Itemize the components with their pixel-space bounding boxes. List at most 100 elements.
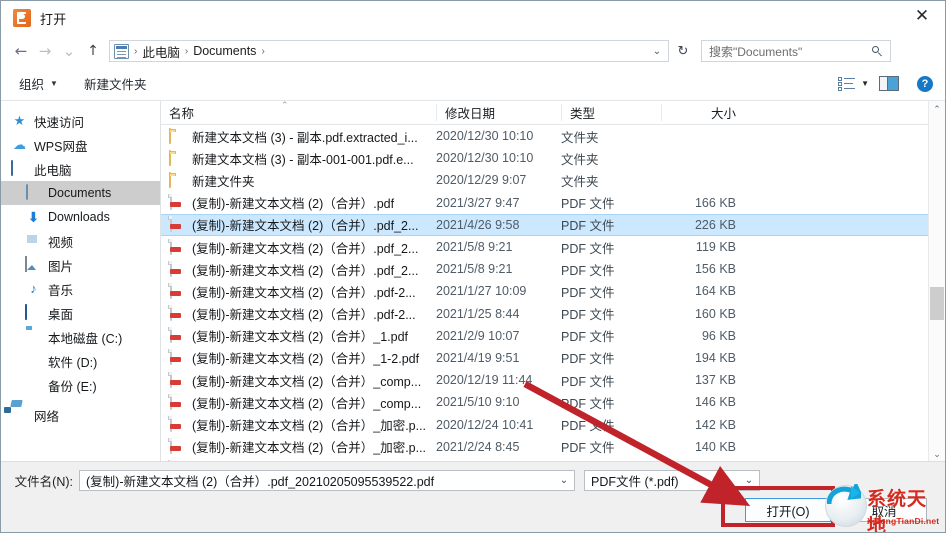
sidebar-item-this-pc[interactable]: 此电脑 xyxy=(1,157,160,181)
refresh-icon[interactable]: ↻ xyxy=(671,40,695,62)
table-row[interactable]: (复制)-新建文本文档 (2)（合并）.pdf 2021/3/27 9:47 P… xyxy=(161,192,945,214)
table-row[interactable]: 新建文件夹 2020/12/29 9:07 文件夹 xyxy=(161,169,945,191)
system-drive-icon xyxy=(25,329,42,345)
sidebar-item-documents[interactable]: Documents xyxy=(1,181,160,205)
table-row[interactable]: (复制)-新建文本文档 (2)（合并）.pdf_2... 2021/5/8 9:… xyxy=(161,258,945,280)
sidebar-item-wps-cloud[interactable]: ☁ WPS网盘 xyxy=(1,133,160,157)
filename-input[interactable]: (复制)-新建文本文档 (2)（合并）.pdf_2021020509553952… xyxy=(79,469,575,491)
navigation-pane: ★ 快速访问 ☁ WPS网盘 此电脑 Documents ⬇ Downloads xyxy=(1,101,161,463)
file-name-cell: (复制)-新建文本文档 (2)（合并）_comp... xyxy=(161,371,436,390)
forward-icon[interactable]: → xyxy=(33,39,57,63)
table-row[interactable]: (复制)-新建文本文档 (2)（合并）_comp... 2020/12/19 1… xyxy=(161,369,945,391)
column-headers: 名称 修改日期 类型 大小 ⌃ xyxy=(161,101,945,125)
table-row[interactable]: (复制)-新建文本文档 (2)（合并）_加密.p... 2021/2/24 8:… xyxy=(161,436,945,458)
sidebar-item-drive-d[interactable]: 软件 (D:) xyxy=(1,349,160,373)
file-date-cell: 2020/12/30 10:10 xyxy=(436,151,534,166)
address-bar: ← → ⌄ ↑ › 此电脑 › Documents › ⌄ ↻ 搜索"Docum… xyxy=(1,35,945,67)
filetype-value: PDF文件 (*.pdf) xyxy=(591,474,679,489)
breadcrumb-item-this-pc[interactable]: 此电脑 xyxy=(142,42,180,61)
file-size-cell: 146 KB xyxy=(694,395,736,410)
file-size-cell: 137 KB xyxy=(694,373,736,388)
new-folder-button[interactable]: 新建文件夹 xyxy=(76,72,155,96)
view-mode-icon[interactable] xyxy=(838,76,856,91)
file-type-cell: PDF 文件 xyxy=(561,396,615,411)
sidebar-item-network[interactable]: 网络 xyxy=(1,403,160,427)
content-area: ★ 快速访问 ☁ WPS网盘 此电脑 Documents ⬇ Downloads xyxy=(1,101,945,463)
dialog-footer: 文件名(N): (复制)-新建文本文档 (2)（合并）.pdf_20210205… xyxy=(1,461,945,532)
preview-pane-icon[interactable] xyxy=(879,76,899,91)
table-row[interactable]: 新建文本文档 (3) - 副本.pdf.extracted_i... 2020/… xyxy=(161,125,945,147)
table-row-selected[interactable]: (复制)-新建文本文档 (2)（合并）.pdf_2... 2021/4/26 9… xyxy=(161,213,945,236)
column-header-name[interactable]: 名称 xyxy=(161,104,436,121)
chevron-down-icon[interactable]: ⌄ xyxy=(739,475,759,486)
table-row[interactable]: 新建文本文档 (3) - 副本-001-001.pdf.e... 2020/12… xyxy=(161,147,945,169)
column-header-size[interactable]: 大小 xyxy=(661,104,746,121)
pdf-icon xyxy=(169,327,185,344)
sidebar-item-desktop[interactable]: 桌面 xyxy=(1,301,160,325)
breadcrumb-item-documents[interactable]: Documents xyxy=(193,44,256,58)
sidebar-item-label: Documents xyxy=(48,186,112,200)
sidebar-item-label: 本地磁盘 (C:) xyxy=(48,331,123,346)
breadcrumb-sep-2[interactable]: › xyxy=(261,46,264,57)
table-row[interactable]: (复制)-新建文本文档 (2)（合并）.pdf-2... 2021/1/27 1… xyxy=(161,280,945,302)
title-bar: 打开 ✕ xyxy=(1,1,945,35)
file-name-cell: 新建文本文档 (3) - 副本.pdf.extracted_i... xyxy=(161,127,436,146)
file-date-cell: 2020/12/19 11:44 xyxy=(436,373,533,388)
sidebar-item-label: 软件 (D:) xyxy=(48,355,98,370)
chevron-down-icon[interactable]: ▼ xyxy=(861,79,869,88)
sidebar-item-downloads[interactable]: ⬇ Downloads xyxy=(1,205,160,229)
search-input[interactable]: 搜索"Documents" xyxy=(701,40,891,62)
chevron-down-icon[interactable]: ⌄ xyxy=(646,46,668,57)
file-name-text: (复制)-新建文本文档 (2)（合并）.pdf_2... xyxy=(192,219,419,234)
recent-locations-icon[interactable]: ⌄ xyxy=(57,39,81,63)
scroll-up-icon[interactable]: ⌃ xyxy=(929,101,945,118)
file-name-text: (复制)-新建文本文档 (2)（合并）.pdf_2... xyxy=(192,263,419,278)
vertical-scrollbar[interactable]: ⌃ ⌄ xyxy=(928,101,945,463)
table-row[interactable]: (复制)-新建文本文档 (2)（合并）_1-2.pdf 2021/4/19 9:… xyxy=(161,347,945,369)
folder-icon xyxy=(169,171,185,188)
sidebar-item-label: 图片 xyxy=(48,259,74,274)
file-name-cell: (复制)-新建文本文档 (2)（合并）_1.pdf xyxy=(161,326,436,345)
sidebar-item-label: 视频 xyxy=(48,235,74,250)
open-button[interactable]: 打开(O) xyxy=(745,498,831,522)
file-size-cell: 119 KB xyxy=(695,240,736,255)
sidebar-item-pictures[interactable]: 图片 xyxy=(1,253,160,277)
file-name-cell: (复制)-新建文本文档 (2)（合并）_加密.p... xyxy=(161,437,436,456)
close-icon[interactable]: ✕ xyxy=(899,1,945,31)
file-name-cell: (复制)-新建文本文档 (2)（合并）.pdf_2... xyxy=(161,215,436,234)
desktop-icon xyxy=(25,304,42,321)
file-name-cell: (复制)-新建文本文档 (2)（合并）_1-2.pdf xyxy=(161,348,436,367)
search-placeholder: 搜索"Documents" xyxy=(709,44,803,59)
sort-ascending-icon: ⌃ xyxy=(281,101,289,110)
scrollbar-thumb[interactable] xyxy=(930,287,944,320)
up-icon[interactable]: ↑ xyxy=(81,39,105,63)
pdf-icon xyxy=(169,238,185,255)
table-row[interactable]: (复制)-新建文本文档 (2)（合并）.pdf_2... 2021/5/8 9:… xyxy=(161,236,945,258)
sidebar-item-videos[interactable]: 视频 xyxy=(1,229,160,253)
chevron-down-icon[interactable]: ⌄ xyxy=(554,475,574,486)
back-icon[interactable]: ← xyxy=(9,39,33,63)
file-type-cell: PDF 文件 xyxy=(561,441,615,456)
file-name-cell: 新建文件夹 xyxy=(161,171,436,190)
filetype-select[interactable]: PDF文件 (*.pdf) ⌄ xyxy=(584,469,760,491)
table-row[interactable]: (复制)-新建文本文档 (2)（合并）_1.pdf 2021/2/9 10:07… xyxy=(161,325,945,347)
file-name-text: 新建文件夹 xyxy=(192,174,255,189)
breadcrumb[interactable]: › 此电脑 › Documents › ⌄ xyxy=(109,40,669,62)
sidebar-item-quick-access[interactable]: ★ 快速访问 xyxy=(1,109,160,133)
table-row[interactable]: (复制)-新建文本文档 (2)（合并）_加密.p... 2020/12/24 1… xyxy=(161,413,945,435)
file-name-text: (复制)-新建文本文档 (2)（合并）.pdf-2... xyxy=(192,308,416,323)
file-size-cell: 142 KB xyxy=(694,417,736,432)
column-header-date[interactable]: 修改日期 xyxy=(436,104,561,121)
sidebar-item-drive-e[interactable]: 备份 (E:) xyxy=(1,373,160,397)
file-name-text: (复制)-新建文本文档 (2)（合并）_comp... xyxy=(192,396,422,411)
file-name-text: 新建文本文档 (3) - 副本.pdf.extracted_i... xyxy=(192,130,418,145)
file-size-cell: 96 KB xyxy=(701,328,736,343)
file-list: 名称 修改日期 类型 大小 ⌃ 新建文本文档 (3) - 副本.pdf.extr… xyxy=(161,101,945,463)
table-row[interactable]: (复制)-新建文本文档 (2)（合并）_comp... 2021/5/10 9:… xyxy=(161,391,945,413)
sidebar-item-local-disk-c[interactable]: 本地磁盘 (C:) xyxy=(1,325,160,349)
sidebar-item-music[interactable]: ♪ 音乐 xyxy=(1,277,160,301)
organize-button[interactable]: 组织 ▼ xyxy=(11,72,66,96)
column-header-type[interactable]: 类型 xyxy=(561,104,661,121)
help-icon[interactable]: ? xyxy=(917,75,933,92)
table-row[interactable]: (复制)-新建文本文档 (2)（合并）.pdf-2... 2021/1/25 8… xyxy=(161,303,945,325)
